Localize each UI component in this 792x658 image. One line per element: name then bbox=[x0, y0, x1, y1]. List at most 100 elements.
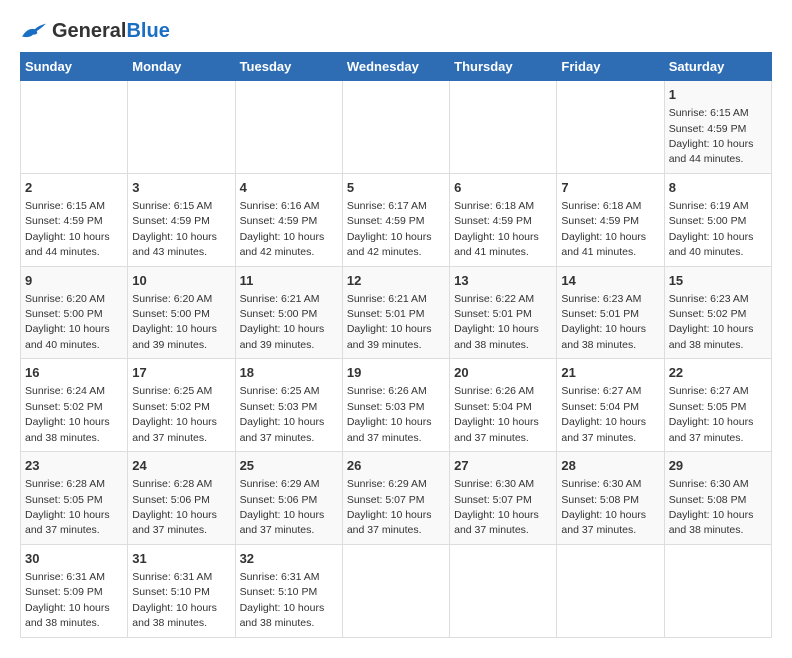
day-number: 4 bbox=[240, 179, 338, 197]
calendar-cell bbox=[235, 81, 342, 174]
sunrise-info: Sunrise: 6:27 AM bbox=[669, 385, 749, 397]
sunset-info: Sunset: 5:00 PM bbox=[132, 308, 210, 320]
header-cell-friday: Friday bbox=[557, 53, 664, 81]
calendar-cell: 3Sunrise: 6:15 AMSunset: 4:59 PMDaylight… bbox=[128, 173, 235, 266]
sunrise-info: Sunrise: 6:20 AM bbox=[132, 293, 212, 305]
day-number: 14 bbox=[561, 272, 659, 290]
sunrise-info: Sunrise: 6:21 AM bbox=[347, 293, 427, 305]
day-number: 7 bbox=[561, 179, 659, 197]
sunset-info: Sunset: 5:05 PM bbox=[25, 494, 103, 506]
day-number: 30 bbox=[25, 550, 123, 568]
sunset-info: Sunset: 4:59 PM bbox=[561, 215, 639, 227]
sunset-info: Sunset: 5:10 PM bbox=[240, 586, 318, 598]
calendar-cell bbox=[450, 81, 557, 174]
calendar-cell: 30Sunrise: 6:31 AMSunset: 5:09 PMDayligh… bbox=[21, 544, 128, 637]
calendar-cell: 12 Sunrise: 6:21 AM Sunset: 5:01 PM Dayligh… bbox=[342, 266, 449, 359]
sunrise-info: Sunrise: 6:29 AM bbox=[347, 478, 427, 490]
daylight-info: Daylight: 10 hours and 40 minutes. bbox=[25, 323, 110, 350]
sunset-info: Sunset: 5:06 PM bbox=[240, 494, 318, 506]
day-number: 13 bbox=[454, 272, 552, 290]
calendar-cell: 19Sunrise: 6:26 AMSunset: 5:03 PMDayligh… bbox=[342, 359, 449, 452]
day-number: 6 bbox=[454, 179, 552, 197]
calendar-cell: 22Sunrise: 6:27 AMSunset: 5:05 PMDayligh… bbox=[664, 359, 771, 452]
sunset-info: Sunset: 4:59 PM bbox=[240, 215, 318, 227]
sunrise-info: Sunrise: 6:29 AM bbox=[240, 478, 320, 490]
day-number: 10 bbox=[132, 272, 230, 290]
sunset-info: Sunset: 5:02 PM bbox=[132, 401, 210, 413]
calendar-cell bbox=[557, 544, 664, 637]
daylight-info: Daylight: 10 hours and 37 minutes. bbox=[132, 509, 217, 536]
day-number: 23 bbox=[25, 457, 123, 475]
daylight-info: Daylight: 10 hours and 37 minutes. bbox=[561, 509, 646, 536]
sunset-info: Sunset: 4:59 PM bbox=[25, 215, 103, 227]
calendar-cell: 26 Sunrise: 6:29 AM Sunset: 5:07 PM Dayligh… bbox=[342, 452, 449, 545]
logo-icon bbox=[20, 20, 48, 42]
calendar-cell: 7Sunrise: 6:18 AMSunset: 4:59 PMDaylight… bbox=[557, 173, 664, 266]
day-number: 1 bbox=[669, 86, 767, 104]
logo-blue: Blue bbox=[126, 20, 169, 42]
calendar-cell bbox=[21, 81, 128, 174]
daylight-info: Daylight: 10 hours and 38 minutes. bbox=[132, 602, 217, 629]
day-number: 12 bbox=[347, 272, 445, 290]
day-number: 27 bbox=[454, 457, 552, 475]
sunset-info: Sunset: 5:01 PM bbox=[347, 308, 425, 320]
sunset-info: Sunset: 5:03 PM bbox=[240, 401, 318, 413]
calendar-week-row: 1Sunrise: 6:15 AMSunset: 4:59 PMDaylight… bbox=[21, 81, 772, 174]
day-number: 21 bbox=[561, 364, 659, 382]
calendar-cell: 20Sunrise: 6:26 AMSunset: 5:04 PMDayligh… bbox=[450, 359, 557, 452]
sunset-info: Sunset: 5:00 PM bbox=[240, 308, 318, 320]
daylight-info: Daylight: 10 hours and 44 minutes. bbox=[25, 231, 110, 258]
sunrise-info: Sunrise: 6:30 AM bbox=[561, 478, 641, 490]
daylight-info: Daylight: 10 hours and 37 minutes. bbox=[240, 416, 325, 443]
daylight-info: Daylight: 10 hours and 39 minutes. bbox=[240, 323, 325, 350]
day-number: 5 bbox=[347, 179, 445, 197]
calendar-cell: 21Sunrise: 6:27 AMSunset: 5:04 PMDayligh… bbox=[557, 359, 664, 452]
calendar-cell: 27Sunrise: 6:30 AMSunset: 5:07 PMDayligh… bbox=[450, 452, 557, 545]
sunrise-info: Sunrise: 6:30 AM bbox=[454, 478, 534, 490]
sunrise-info: Sunrise: 6:25 AM bbox=[132, 385, 212, 397]
daylight-info: Daylight: 10 hours and 37 minutes. bbox=[454, 509, 539, 536]
daylight-info: Daylight: 10 hours and 39 minutes. bbox=[132, 323, 217, 350]
sunrise-info: Sunrise: 6:23 AM bbox=[669, 293, 749, 305]
sunset-info: Sunset: 5:07 PM bbox=[347, 494, 425, 506]
sunrise-info: Sunrise: 6:18 AM bbox=[454, 200, 534, 212]
calendar-header: SundayMondayTuesdayWednesdayThursdayFrid… bbox=[21, 53, 772, 81]
calendar-cell: 17Sunrise: 6:25 AMSunset: 5:02 PMDayligh… bbox=[128, 359, 235, 452]
calendar-cell bbox=[664, 544, 771, 637]
day-number: 26 bbox=[347, 457, 445, 475]
day-number: 9 bbox=[25, 272, 123, 290]
header-row: SundayMondayTuesdayWednesdayThursdayFrid… bbox=[21, 53, 772, 81]
sunrise-info: Sunrise: 6:21 AM bbox=[240, 293, 320, 305]
daylight-info: Daylight: 10 hours and 38 minutes. bbox=[25, 602, 110, 629]
sunset-info: Sunset: 5:03 PM bbox=[347, 401, 425, 413]
sunset-info: Sunset: 4:59 PM bbox=[454, 215, 532, 227]
day-number: 20 bbox=[454, 364, 552, 382]
daylight-info: Daylight: 10 hours and 37 minutes. bbox=[347, 509, 432, 536]
sunset-info: Sunset: 5:06 PM bbox=[132, 494, 210, 506]
daylight-info: Daylight: 10 hours and 38 minutes. bbox=[561, 323, 646, 350]
calendar-cell: 5Sunrise: 6:17 AMSunset: 4:59 PMDaylight… bbox=[342, 173, 449, 266]
calendar-cell: 6Sunrise: 6:18 AMSunset: 4:59 PMDaylight… bbox=[450, 173, 557, 266]
calendar-cell: 24Sunrise: 6:28 AMSunset: 5:06 PMDayligh… bbox=[128, 452, 235, 545]
sunset-info: Sunset: 4:59 PM bbox=[669, 123, 747, 135]
sunset-info: Sunset: 5:00 PM bbox=[25, 308, 103, 320]
calendar-cell: 13Sunrise: 6:22 AMSunset: 5:01 PMDayligh… bbox=[450, 266, 557, 359]
daylight-info: Daylight: 10 hours and 38 minutes. bbox=[669, 509, 754, 536]
sunrise-info: Sunrise: 6:22 AM bbox=[454, 293, 534, 305]
day-number: 18 bbox=[240, 364, 338, 382]
sunrise-info: Sunrise: 6:15 AM bbox=[132, 200, 212, 212]
page-header: GeneralBlue bbox=[20, 20, 772, 42]
calendar-cell bbox=[342, 544, 449, 637]
sunrise-info: Sunrise: 6:24 AM bbox=[25, 385, 105, 397]
sunrise-info: Sunrise: 6:20 AM bbox=[25, 293, 105, 305]
daylight-info: Daylight: 10 hours and 39 minutes. bbox=[347, 323, 432, 350]
calendar-cell: 1Sunrise: 6:15 AMSunset: 4:59 PMDaylight… bbox=[664, 81, 771, 174]
calendar-cell: 10 Sunrise: 6:20 AM Sunset: 5:00 PM Dayligh… bbox=[128, 266, 235, 359]
sunrise-info: Sunrise: 6:15 AM bbox=[669, 107, 749, 119]
calendar-cell bbox=[557, 81, 664, 174]
sunrise-info: Sunrise: 6:23 AM bbox=[561, 293, 641, 305]
sunrise-info: Sunrise: 6:26 AM bbox=[454, 385, 534, 397]
calendar-cell bbox=[342, 81, 449, 174]
calendar-cell: 9 Sunrise: 6:20 AM Sunset: 5:00 PM Daylight… bbox=[21, 266, 128, 359]
day-number: 17 bbox=[132, 364, 230, 382]
